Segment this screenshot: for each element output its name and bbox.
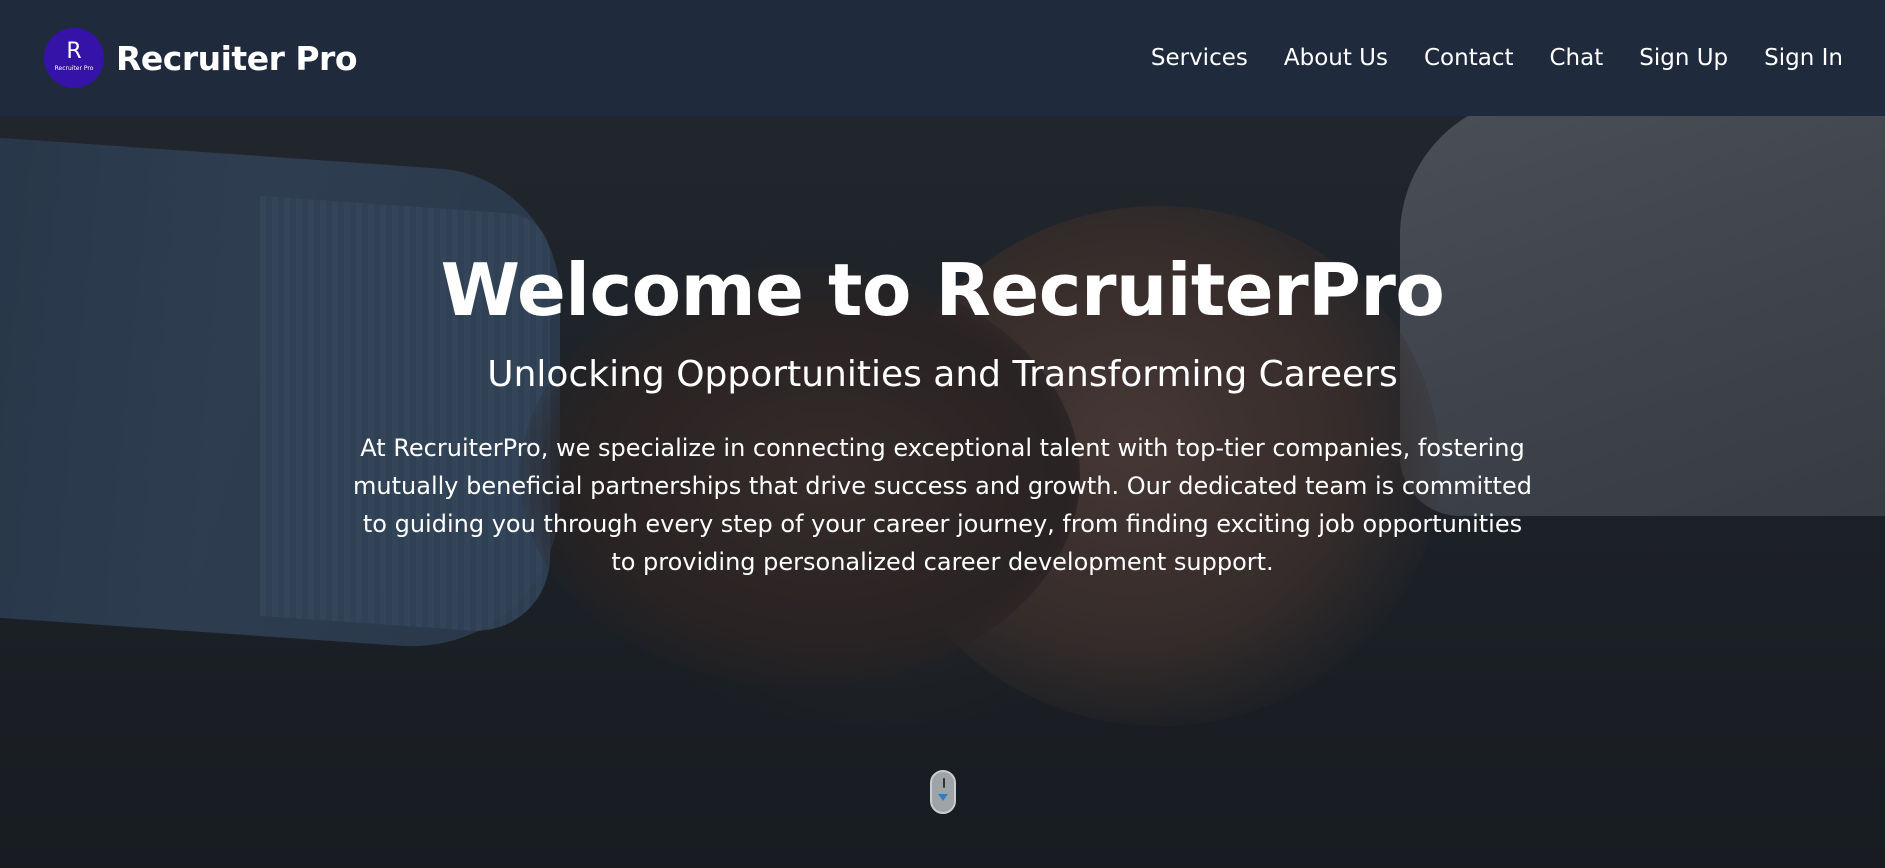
nav-link-contact[interactable]: Contact	[1424, 45, 1513, 71]
nav-link-chat[interactable]: Chat	[1549, 45, 1603, 71]
nav-link-services[interactable]: Services	[1151, 45, 1248, 71]
hero-content: Welcome to RecruiterPro Unlocking Opport…	[0, 116, 1885, 581]
nav-link-sign-up[interactable]: Sign Up	[1639, 45, 1728, 71]
logo-icon[interactable]: R Recruiter Pro	[44, 28, 104, 88]
nav-link-sign-in[interactable]: Sign In	[1764, 45, 1843, 71]
hero-title: Welcome to RecruiterPro	[440, 248, 1445, 332]
main-nav: Services About Us Contact Chat Sign Up S…	[1151, 45, 1843, 71]
hero-section: Welcome to RecruiterPro Unlocking Opport…	[0, 116, 1885, 868]
nav-link-about-us[interactable]: About Us	[1284, 45, 1388, 71]
chevron-down-icon	[938, 794, 948, 801]
scroll-down-mouse-icon[interactable]	[930, 770, 956, 814]
logo-caption: Recruiter Pro	[54, 65, 94, 72]
mouse-wheel	[943, 778, 945, 788]
brand[interactable]: R Recruiter Pro Recruiter Pro	[44, 28, 357, 88]
logo-letter: R	[66, 39, 82, 64]
top-navbar: R Recruiter Pro Recruiter Pro Services A…	[0, 0, 1885, 116]
hero-subtitle: Unlocking Opportunities and Transforming…	[487, 354, 1398, 395]
hero-description: At RecruiterPro, we specialize in connec…	[353, 434, 1532, 576]
brand-name[interactable]: Recruiter Pro	[116, 39, 357, 78]
